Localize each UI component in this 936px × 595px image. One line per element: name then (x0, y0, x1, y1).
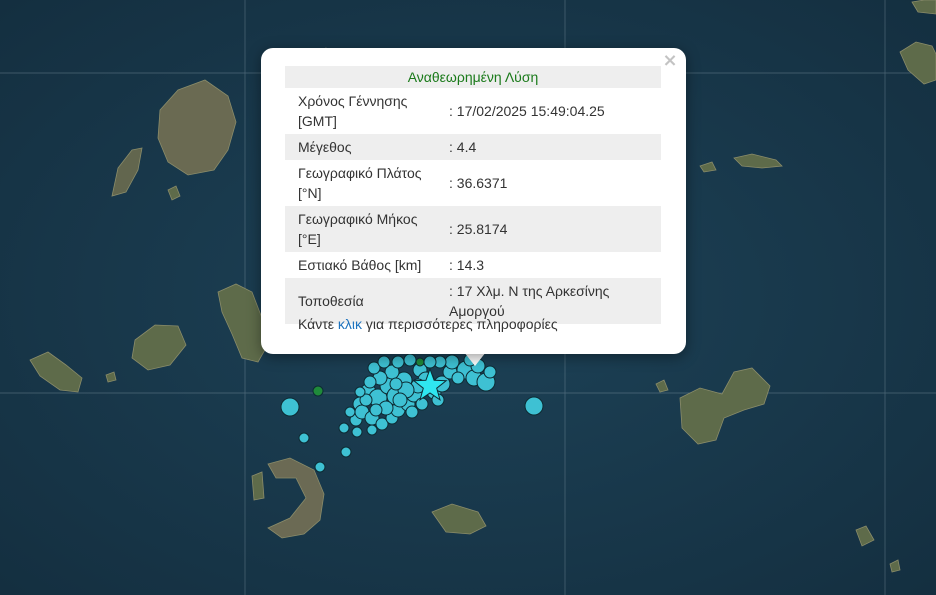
earthquake-marker[interactable] (338, 422, 350, 434)
value-origin-time: : 17/02/2025 15:49:04.25 (445, 88, 661, 134)
recent-earthquake-marker[interactable] (415, 357, 425, 367)
earthquake-marker[interactable] (392, 392, 408, 408)
earthquake-marker[interactable] (298, 432, 310, 444)
earthquake-marker[interactable] (405, 405, 419, 419)
earthquake-marker[interactable] (415, 397, 429, 411)
earthquake-marker[interactable] (369, 403, 383, 417)
islet-therasia (251, 471, 265, 501)
popup-tip (464, 352, 486, 366)
recent-earthquake-marker[interactable] (312, 385, 324, 397)
row-depth: Εστιακό Βάθος [km] : 14.3 (285, 252, 661, 278)
row-origin-time: Χρόνος Γέννησης [GMT] : 17/02/2025 15:49… (285, 88, 661, 134)
info-table: Αναθεωρημένη Λύση Χρόνος Γέννησης [GMT] … (285, 66, 661, 324)
value-longitude: : 25.8174 (445, 206, 661, 252)
earthquake-marker[interactable] (403, 353, 417, 367)
value-depth: : 14.3 (445, 252, 661, 278)
earthquake-popup: × Αναθεωρημένη Λύση Χρόνος Γέννησης [GMT… (261, 48, 686, 354)
earthquake-marker[interactable] (524, 396, 544, 416)
earthquake-marker[interactable] (344, 406, 356, 418)
earthquake-marker[interactable] (389, 377, 403, 391)
earthquake-marker[interactable] (423, 355, 437, 369)
label-latitude: Γεωγραφικό Πλάτος [°N] (285, 160, 445, 206)
label-longitude: Γεωγραφικό Μήκος [°E] (285, 206, 445, 252)
row-latitude: Γεωγραφικό Πλάτος [°N] : 36.6371 (285, 160, 661, 206)
more-prefix: Κάντε (298, 316, 338, 332)
label-magnitude: Μέγεθος (285, 134, 445, 160)
popup-title: Αναθεωρημένη Λύση (285, 66, 661, 88)
earthquake-marker[interactable] (340, 446, 352, 458)
earthquake-marker[interactable] (363, 375, 377, 389)
more-info-link[interactable]: κλικ (338, 316, 362, 332)
earthquake-marker[interactable] (391, 355, 405, 369)
more-suffix: για περισσότερες πληροφορίες (362, 316, 558, 332)
earthquake-marker[interactable] (280, 397, 300, 417)
earthquake-marker[interactable] (314, 461, 326, 473)
row-magnitude: Μέγεθος : 4.4 (285, 134, 661, 160)
earthquake-marker[interactable] (354, 386, 366, 398)
row-longitude: Γεωγραφικό Μήκος [°E] : 25.8174 (285, 206, 661, 252)
earthquake-marker[interactable] (377, 355, 391, 369)
earthquake-marker[interactable] (451, 371, 465, 385)
label-origin-time: Χρόνος Γέννησης [GMT] (285, 88, 445, 134)
value-magnitude: : 4.4 (445, 134, 661, 160)
popup-title-row: Αναθεωρημένη Λύση (285, 66, 661, 88)
label-depth: Εστιακό Βάθος [km] (285, 252, 445, 278)
value-latitude: : 36.6371 (445, 160, 661, 206)
earthquake-marker[interactable] (483, 365, 497, 379)
earthquake-marker[interactable] (351, 426, 363, 438)
more-info-line: Κάντε κλικ για περισσότερες πληροφορίες (298, 316, 558, 332)
earthquake-marker[interactable] (366, 424, 378, 436)
earthquake-marker[interactable] (444, 354, 460, 370)
close-icon[interactable]: × (662, 52, 678, 70)
